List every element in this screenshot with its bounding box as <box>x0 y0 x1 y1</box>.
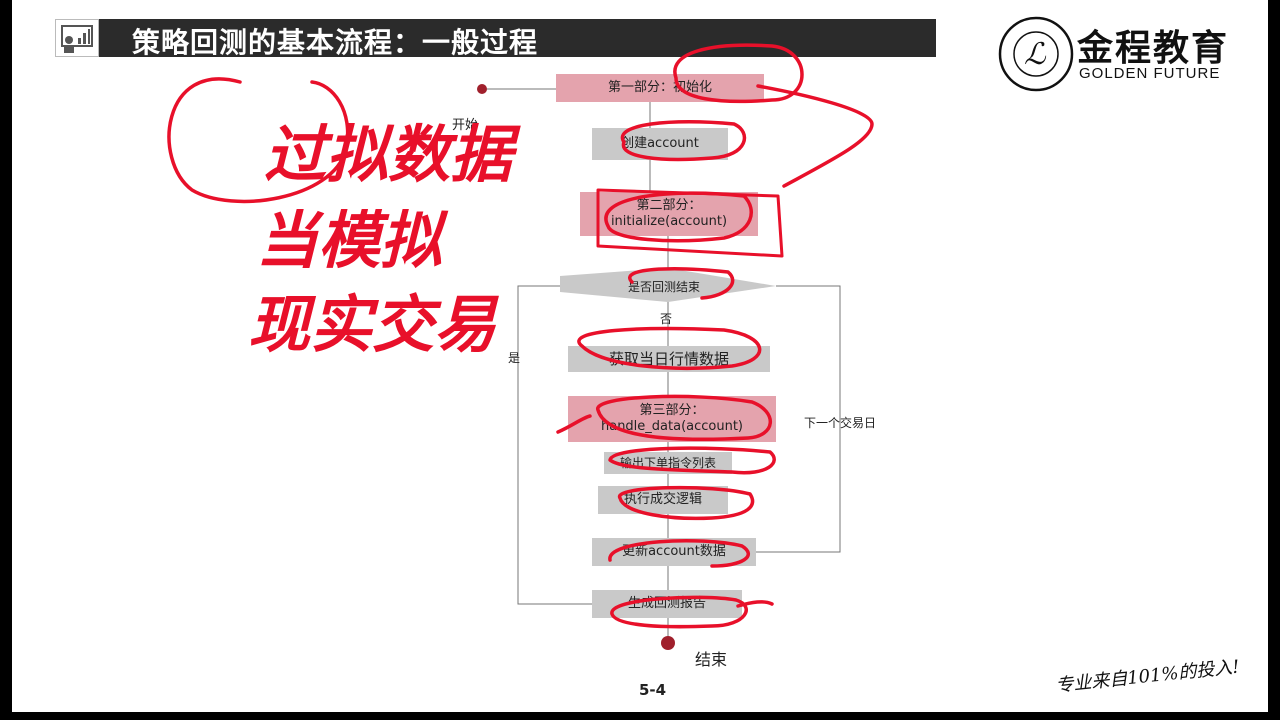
annotation-line-2: 当模拟 <box>256 204 449 277</box>
annotation-line-3: 现实交易 <box>248 288 499 361</box>
slide: 策略回测的基本流程：一般过程 ℒ 金程教育 GOLDEN FUTURE 第一部分… <box>12 0 1268 712</box>
annotation-line-1: 过拟数据 <box>264 118 521 191</box>
ink-annotations: 过拟数据 当模拟 现实交易 <box>167 43 874 629</box>
page-number: 5-4 <box>639 681 667 699</box>
